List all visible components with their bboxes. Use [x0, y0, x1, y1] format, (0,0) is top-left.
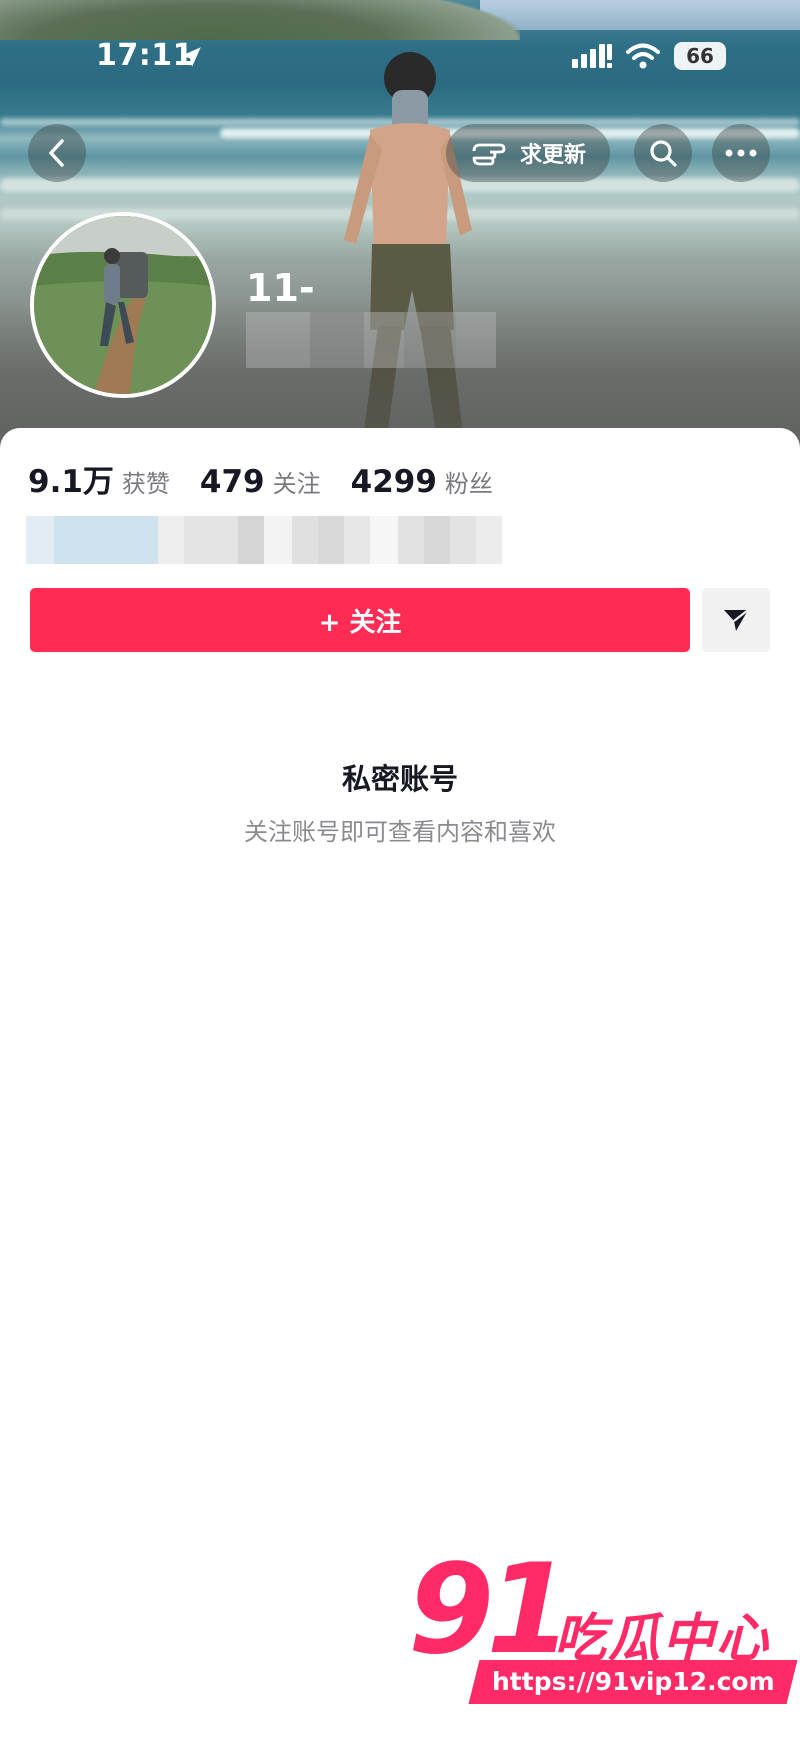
location-arrow-icon: [181, 47, 201, 67]
status-indicators: 66: [572, 42, 726, 70]
private-account-title: 私密账号: [341, 762, 458, 796]
search-icon: [650, 140, 677, 167]
followers-count[interactable]: 4299: [351, 464, 437, 500]
following-count[interactable]: 479: [200, 464, 265, 500]
likes-label: 获赞: [121, 470, 170, 498]
blurred-bio: [26, 516, 520, 564]
request-update-label: 求更新: [519, 143, 586, 168]
avatar[interactable]: [30, 212, 216, 398]
likes-count: 9.1万: [28, 464, 114, 500]
blurred-user-id: [246, 312, 496, 368]
pointing-hand-icon: [472, 143, 506, 166]
battery-indicator: 66: [674, 42, 726, 70]
following-label[interactable]: 关注: [273, 464, 321, 499]
follow-button[interactable]: + 关注: [30, 588, 690, 652]
share-button[interactable]: [702, 588, 770, 652]
watermark-logo: 91 吃瓜中心 https://91vip12.com: [404, 1548, 800, 1708]
search-button[interactable]: [634, 124, 692, 182]
username: 11-: [246, 266, 315, 310]
profile-page: 17:11 66 求更新 11- 9.1万 获赞 479 关注 4299 粉丝 …: [0, 0, 800, 1738]
wifi-icon: [626, 43, 660, 69]
avatar-image: [34, 216, 212, 394]
request-update-button[interactable]: 求更新: [446, 124, 610, 182]
private-account-subtitle: 关注账号即可查看内容和喜欢: [244, 818, 556, 846]
cellular-signal-icon: [572, 44, 612, 68]
profile-stats: 9.1万 获赞 479 关注 4299 粉丝: [28, 456, 523, 501]
more-dots-icon: [725, 149, 757, 157]
followers-label[interactable]: 粉丝: [445, 464, 493, 499]
watermark-url: https://91vip12.com: [468, 1660, 798, 1704]
watermark-number: 91: [408, 1538, 573, 1682]
chevron-left-icon: [49, 139, 64, 167]
send-arrow-icon: [724, 609, 749, 631]
more-options-button[interactable]: [712, 124, 770, 182]
back-button[interactable]: [28, 124, 86, 182]
